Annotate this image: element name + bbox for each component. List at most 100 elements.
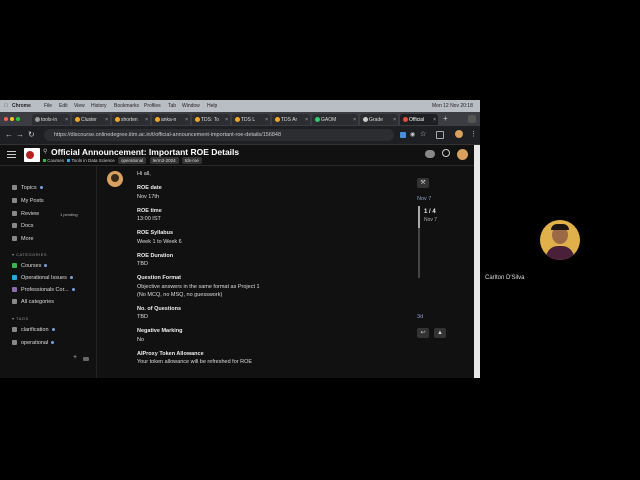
tab[interactable]: TDS: To ×: [192, 114, 230, 125]
close-icon[interactable]: ×: [225, 117, 228, 123]
page-content: Topics My Posts Review 1 pending Docs Mo…: [0, 166, 480, 378]
pin-icon: ⚲: [43, 149, 48, 155]
bookmark-star-icon[interactable]: ☆: [420, 130, 426, 138]
timeline-bottom[interactable]: 3d: [417, 314, 423, 320]
tab-favicon-icon: [235, 117, 240, 122]
close-icon[interactable]: ×: [305, 117, 308, 123]
close-icon[interactable]: ×: [145, 117, 148, 123]
menu-item-tab[interactable]: Tab: [168, 103, 176, 109]
timeline-track[interactable]: [418, 206, 420, 278]
close-icon[interactable]: ×: [65, 117, 68, 123]
menu-item-view[interactable]: View: [74, 103, 85, 109]
sidebar-tag-clarification[interactable]: clarification: [12, 327, 55, 333]
tab[interactable]: GAOM ×: [312, 114, 358, 125]
tab[interactable]: TDS L ×: [232, 114, 270, 125]
timeline-top-date[interactable]: Nov 7: [417, 196, 431, 202]
forward-icon[interactable]: →: [16, 130, 24, 139]
tab-search-icon[interactable]: [468, 115, 476, 123]
close-icon[interactable]: ×: [185, 117, 188, 123]
os-menubar:  Chrome File Edit View History Bookmark…: [0, 100, 480, 112]
back-icon[interactable]: ←: [5, 130, 13, 139]
review-badge: 1 pending: [60, 212, 78, 217]
search-icon[interactable]: [442, 149, 450, 157]
sidebar-category-courses[interactable]: Courses: [12, 263, 48, 269]
tab[interactable]: Cluster ×: [72, 114, 110, 125]
tag-pill[interactable]: term3-2024: [149, 157, 179, 164]
bookmark-button[interactable]: ▲: [434, 328, 446, 338]
puzzle-icon[interactable]: [436, 131, 444, 139]
close-icon[interactable]: ×: [433, 117, 436, 123]
menu-item-file[interactable]: File: [44, 103, 52, 109]
section-label: ROE Syllabus: [137, 230, 174, 236]
sidebar: Topics My Posts Review 1 pending Docs Mo…: [0, 166, 97, 378]
tab-active[interactable]: Official ×: [400, 114, 438, 125]
extension-icon[interactable]: [400, 132, 406, 138]
tab[interactable]: Grade ×: [360, 114, 398, 125]
sidebar-item-topics[interactable]: Topics: [12, 185, 43, 191]
topic-meta: Courses Tools in Data Science operationa…: [43, 157, 202, 164]
post-greeting: Hi all,: [137, 171, 151, 177]
close-icon[interactable]: ×: [353, 117, 356, 123]
url-input[interactable]: https://discourse.onlinedegree.iitm.ac.i…: [44, 129, 394, 141]
category-courses[interactable]: Courses: [47, 158, 64, 163]
section-value: Week 1 to Week 6: [137, 239, 182, 245]
close-icon[interactable]: ×: [393, 117, 396, 123]
window-zoom-icon[interactable]: [16, 117, 20, 121]
sidebar-item-my-posts[interactable]: My Posts: [12, 198, 44, 204]
eye-icon[interactable]: ◉: [410, 131, 415, 138]
browser-tabbar: tools-in × Cluster × shorten × anka-n × TDS:…: [0, 112, 480, 126]
address-bar: ← → ↻ https://discourse.onlinedegree.iit…: [0, 126, 480, 145]
sidebar-category-operational[interactable]: Operational Issues: [12, 275, 73, 281]
chat-icon[interactable]: [425, 150, 435, 158]
menu-item-help[interactable]: Help: [207, 103, 217, 109]
categories-heading[interactable]: ▾ CATEGORIES: [12, 252, 47, 257]
reply-button[interactable]: ↩: [417, 328, 429, 338]
sidebar-item-docs[interactable]: Docs: [12, 223, 34, 229]
timeline-handle[interactable]: [418, 206, 420, 228]
sidebar-category-all[interactable]: All categories: [12, 299, 54, 305]
more-menu-icon[interactable]: ⋮: [470, 130, 477, 138]
wrench-button[interactable]: ⚒: [417, 178, 429, 188]
close-icon[interactable]: ×: [105, 117, 108, 123]
apple-icon[interactable]: : [4, 103, 8, 109]
sidebar-settings-icon[interactable]: [83, 357, 89, 361]
close-icon[interactable]: ×: [265, 117, 268, 123]
tag-icon: [12, 327, 17, 333]
sidebar-item-more[interactable]: More: [12, 236, 34, 242]
category-swatch: [12, 275, 17, 281]
menu-item-edit[interactable]: Edit: [59, 103, 68, 109]
tab[interactable]: TDS Ar ×: [272, 114, 310, 125]
tags-heading[interactable]: ▾ TAGS: [12, 316, 29, 321]
tab[interactable]: anka-n ×: [152, 114, 190, 125]
menu-item-window[interactable]: Window: [182, 103, 200, 109]
add-icon[interactable]: +: [73, 354, 77, 361]
topic-title[interactable]: Official Announcement: Important ROE Det…: [51, 147, 239, 157]
section-label: No. of Questions: [137, 306, 181, 312]
timeline-position: 1 / 4: [424, 209, 436, 215]
tab[interactable]: tools-in ×: [32, 114, 70, 125]
docs-icon: [12, 223, 17, 229]
participant-tile[interactable]: Carlton D'Silva: [480, 195, 640, 285]
hamburger-icon[interactable]: [7, 151, 16, 158]
menu-item-bookmarks[interactable]: Bookmarks: [114, 103, 139, 109]
profile-avatar[interactable]: [455, 130, 463, 138]
menu-item-chrome[interactable]: Chrome: [12, 103, 31, 109]
window-minimize-icon[interactable]: [10, 117, 14, 121]
window-close-icon[interactable]: [4, 117, 8, 121]
section-value: No: [137, 337, 145, 343]
menu-item-history[interactable]: History: [91, 103, 107, 109]
tab[interactable]: shorten ×: [112, 114, 150, 125]
user-avatar[interactable]: [457, 149, 468, 160]
topics-icon: [12, 185, 17, 191]
sidebar-category-professionals[interactable]: Professionals Cor...: [12, 287, 75, 293]
category-tds[interactable]: Tools in Data Science: [71, 158, 114, 163]
tag-pill[interactable]: tds-roe: [181, 157, 202, 164]
post-avatar[interactable]: [107, 171, 123, 187]
reload-icon[interactable]: ↻: [28, 130, 35, 139]
sidebar-tag-operational[interactable]: operational: [12, 340, 55, 346]
sidebar-item-review[interactable]: Review 1 pending: [12, 211, 82, 217]
site-logo[interactable]: [24, 148, 40, 162]
tag-pill[interactable]: operational: [118, 157, 147, 164]
menu-item-profiles[interactable]: Profiles: [144, 103, 161, 109]
new-tab-icon[interactable]: +: [443, 114, 448, 123]
